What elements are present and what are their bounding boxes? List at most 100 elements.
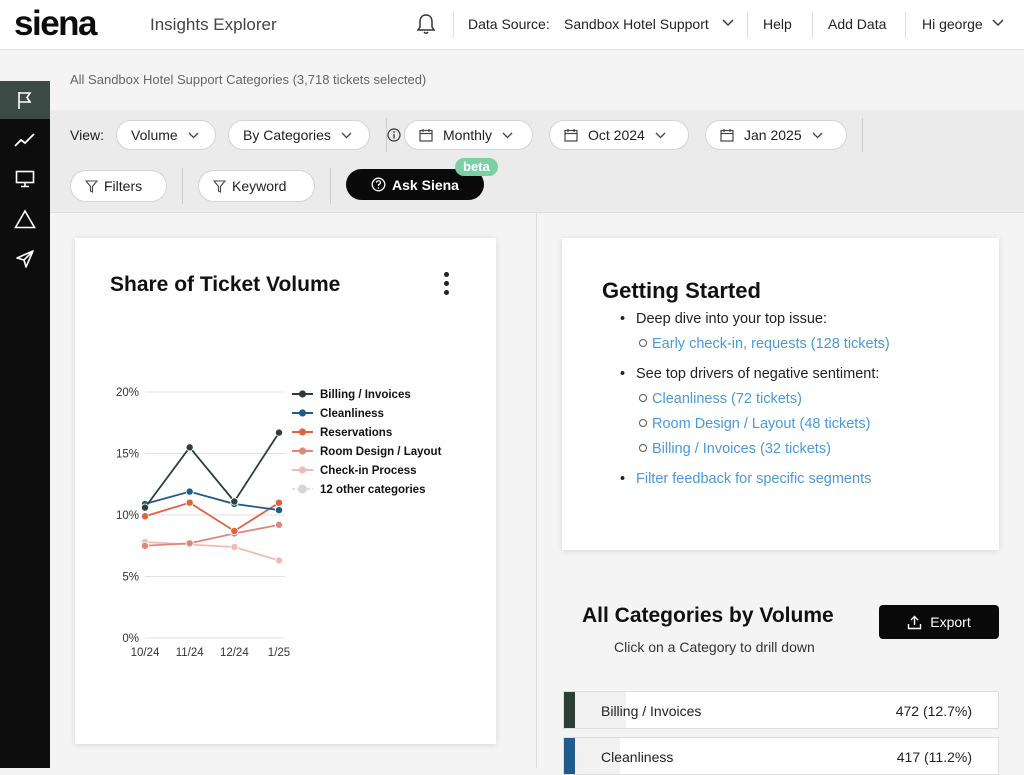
legend-label: 12 other categories: [320, 484, 425, 496]
getting-started-subitem: Room Design / Layout (48 tickets): [639, 416, 870, 432]
filters-button[interactable]: Filters: [70, 170, 167, 202]
view-metric-select[interactable]: Volume: [116, 120, 216, 150]
category-row[interactable]: Cleanliness 417 (11.2%): [563, 737, 999, 775]
filter-icon: [85, 179, 98, 193]
x-tick-label: 1/25: [268, 647, 290, 659]
sidebar-item-alerts[interactable]: [0, 200, 50, 238]
data-point: [185, 498, 194, 507]
getting-started-subitem: Early check-in, requests (128 tickets): [639, 336, 890, 352]
data-point: [185, 539, 194, 548]
x-tick-label: 10/24: [131, 647, 160, 659]
x-tick-label: 12/24: [220, 647, 249, 659]
line-chart: 0% 5% 10% 15% 20% 10/24 11/24 12/24 1/25 Billing …: [116, 387, 442, 659]
billing-link[interactable]: Billing / Invoices (32 tickets): [652, 441, 831, 457]
early-checkin-link[interactable]: Early check-in, requests (128 tickets): [652, 336, 890, 352]
category-row[interactable]: Billing / Invoices 472 (12.7%): [563, 691, 999, 729]
view-label: View:: [70, 127, 104, 143]
grouping-select[interactable]: By Categories: [228, 120, 370, 150]
calendar-icon: [720, 129, 734, 142]
category-value: 417 (11.2%): [896, 749, 972, 765]
monitor-icon: [15, 170, 35, 188]
category-name: Billing / Invoices: [601, 703, 702, 719]
add-data-link[interactable]: Add Data: [828, 16, 886, 32]
sidebar: [0, 81, 50, 768]
info-icon[interactable]: [387, 128, 401, 142]
room-design-link[interactable]: Room Design / Layout (48 tickets): [652, 416, 870, 432]
sidebar-item-trends[interactable]: [0, 121, 50, 159]
getting-started-item: • See top drivers of negative sentiment:: [620, 366, 880, 382]
data-point: [230, 526, 239, 535]
legend-label: Check-in Process: [320, 465, 417, 477]
data-point: [141, 541, 150, 550]
data-point: [274, 506, 283, 515]
divider: [747, 12, 748, 38]
data-point: [141, 503, 150, 512]
beta-badge: beta: [455, 158, 498, 176]
legend-swatch: [298, 484, 307, 494]
divider: [862, 118, 863, 152]
bell-icon[interactable]: [416, 13, 436, 35]
category-value: 472 (12.7%): [895, 703, 972, 719]
keyword-button[interactable]: Keyword: [198, 170, 315, 202]
y-tick-label: 10%: [116, 510, 139, 522]
category-name: Cleanliness: [601, 749, 674, 765]
sidebar-item-flag[interactable]: [0, 81, 50, 119]
legend-label: Room Design / Layout: [320, 446, 442, 458]
filter-icon: [213, 179, 226, 193]
series-line: [144, 490, 280, 511]
categories-title: All Categories by Volume: [582, 604, 834, 627]
divider: [812, 12, 813, 38]
legend-swatch: [298, 428, 307, 436]
app-title: Insights Explorer: [150, 15, 277, 34]
legend-label: Billing / Invoices: [320, 389, 411, 401]
share-of-ticket-volume-card: Share of Ticket Volume 0% 5% 10% 15% 20% 10/2…: [75, 238, 496, 744]
end-month-value: Jan 2025: [744, 127, 802, 143]
export-label: Export: [930, 614, 971, 630]
flag-icon: [18, 92, 32, 109]
data-point: [274, 520, 283, 529]
data-source-label: Data Source:: [468, 16, 550, 32]
divider: [330, 168, 331, 204]
data-point: [274, 556, 283, 565]
getting-started-subitem: Cleanliness (72 tickets): [639, 391, 802, 407]
divider: [905, 12, 906, 38]
category-color-swatch: [564, 692, 575, 728]
send-icon: [16, 250, 34, 268]
ask-siena-label: Ask Siena: [392, 176, 459, 193]
help-link[interactable]: Help: [763, 16, 792, 32]
interval-value: Monthly: [443, 127, 493, 143]
siena-logo[interactable]: siena: [14, 4, 98, 44]
chevron-down-icon[interactable]: [722, 19, 734, 27]
data-source-select[interactable]: Sandbox Hotel Support: [564, 16, 709, 32]
selection-summary: All Sandbox Hotel Support Categories (3,…: [70, 72, 427, 87]
divider: [182, 168, 183, 204]
getting-started-subitem: Billing / Invoices (32 tickets): [639, 441, 831, 457]
start-month-select[interactable]: Oct 2024: [549, 120, 689, 150]
chevron-down-icon: [188, 132, 199, 138]
legend-swatch: [298, 447, 307, 455]
category-color-swatch: [564, 738, 575, 774]
filter-feedback-link[interactable]: Filter feedback for specific segments: [636, 471, 871, 487]
user-menu[interactable]: Hi george: [922, 16, 983, 32]
data-point: [141, 512, 150, 521]
top-bar: siena Insights Explorer Data Source: San…: [0, 0, 1024, 50]
getting-started-title: Getting Started: [602, 278, 761, 303]
chevron-down-icon[interactable]: [992, 19, 1004, 27]
grouping-value: By Categories: [243, 127, 331, 143]
legend-label: Reservations: [320, 427, 392, 439]
y-tick-label: 20%: [116, 387, 139, 399]
negative-sentiment-text: See top drivers of negative sentiment:: [636, 366, 880, 382]
more-options-icon[interactable]: [442, 272, 450, 300]
cleanliness-link[interactable]: Cleanliness (72 tickets): [652, 391, 802, 407]
interval-select[interactable]: Monthly: [404, 120, 533, 150]
end-month-select[interactable]: Jan 2025: [705, 120, 847, 150]
panel-divider: [536, 212, 537, 768]
chart-title: Share of Ticket Volume: [110, 273, 341, 296]
legend-swatch: [298, 466, 307, 474]
getting-started-card: Getting Started • Deep dive into your top…: [562, 238, 999, 550]
sidebar-item-monitor[interactable]: [0, 160, 50, 198]
sidebar-item-send[interactable]: [0, 240, 50, 278]
export-button[interactable]: Export: [879, 605, 999, 639]
data-point: [274, 428, 283, 437]
chevron-down-icon: [502, 132, 513, 138]
